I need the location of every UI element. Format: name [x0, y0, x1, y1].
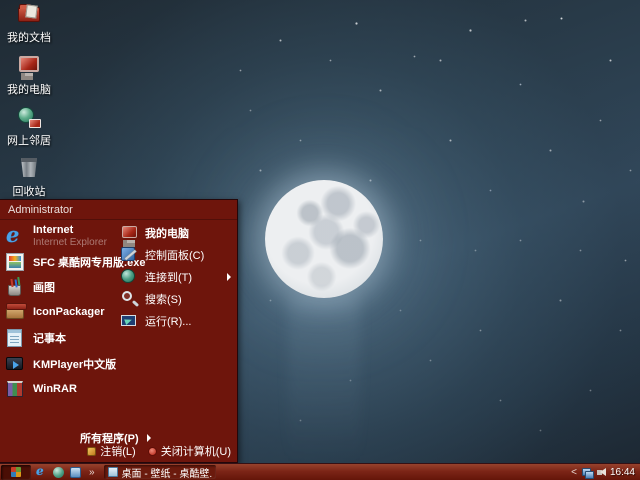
network-tray-icon[interactable] — [581, 467, 594, 479]
desktop-icon-network-places[interactable]: 网上邻居 — [0, 105, 58, 148]
desktop-icon-my-documents[interactable]: 我的文档 — [0, 2, 58, 45]
desktop-icon-label: 回收站 — [12, 186, 46, 198]
item-label: KMPlayer中文版 — [33, 359, 117, 371]
start-menu-item-control-panel[interactable]: 控制面板(C) — [120, 246, 204, 263]
start-button[interactable] — [1, 464, 31, 480]
start-menu: Administrator Internet Internet Explorer… — [0, 199, 238, 463]
control-panel-icon — [120, 246, 137, 263]
start-menu-item-my-computer[interactable]: 我的电脑 — [120, 224, 189, 243]
log-off-button[interactable]: 注销(L) — [87, 443, 136, 459]
quick-launch-app-icon[interactable] — [69, 466, 82, 479]
shut-down-icon — [147, 446, 157, 456]
iconpackager-icon — [5, 302, 27, 322]
kmplayer-icon — [5, 354, 25, 374]
quick-launch-overflow-chevron-icon[interactable]: » — [86, 467, 98, 478]
start-menu-item-internet[interactable]: Internet Internet Explorer — [5, 224, 107, 248]
desktop-icon-label: 我的电脑 — [7, 84, 51, 96]
windows-logo-icon — [11, 467, 21, 477]
volume-tray-icon[interactable] — [596, 467, 606, 477]
connect-to-icon — [120, 268, 137, 285]
taskbar: » 桌面 - 壁纸 - 桌酷壁... < 16:44 — [0, 463, 640, 480]
item-label: 画图 — [33, 282, 55, 294]
quick-launch-bar: » — [35, 466, 98, 479]
all-programs-arrow-icon — [146, 434, 151, 442]
start-menu-item-winrar[interactable]: WinRAR — [5, 379, 77, 399]
item-label: WinRAR — [33, 383, 77, 395]
quick-launch-ie-icon[interactable] — [35, 466, 48, 479]
item-label: 运行(R)... — [145, 315, 192, 328]
system-tray: < 16:44 — [570, 467, 640, 479]
quick-launch-globe-icon[interactable] — [52, 466, 65, 479]
start-menu-item-connect-to[interactable]: 连接到(T) — [120, 268, 231, 285]
taskbar-window-button[interactable]: 桌面 - 壁纸 - 桌酷壁... — [103, 465, 216, 480]
window-icon — [107, 467, 118, 477]
my-documents-icon — [17, 2, 41, 26]
moon-wallpaper — [265, 180, 383, 298]
item-label: Internet — [33, 224, 74, 236]
submenu-arrow-icon — [227, 272, 231, 281]
desktop-icon-label: 网上邻居 — [7, 135, 51, 147]
item-label: 搜索(S) — [145, 293, 182, 306]
item-label: 连接到(T) — [145, 271, 193, 284]
log-off-icon — [87, 446, 97, 456]
star-field — [0, 0, 1, 1]
my-computer-icon — [120, 224, 137, 243]
paint-icon — [5, 277, 25, 297]
desktop: 我的文档 我的电脑 网上邻居 回收站 Administrator Interne… — [0, 0, 640, 480]
desktop-icon-label: 我的文档 — [7, 32, 51, 44]
taskbar-clock[interactable]: 16:44 — [610, 467, 635, 478]
item-label: 记事本 — [33, 333, 66, 345]
start-menu-item-notepad[interactable]: 记事本 — [5, 328, 66, 348]
sfc-app-icon — [5, 252, 25, 272]
desktop-icon-recycle-bin[interactable]: 回收站 — [0, 156, 58, 199]
notepad-icon — [5, 328, 25, 348]
start-menu-footer: 注销(L) 关闭计算机(U) — [87, 443, 231, 459]
log-off-label: 注销(L) — [100, 446, 136, 458]
item-label: 我的电脑 — [145, 227, 189, 240]
internet-explorer-icon — [5, 226, 25, 246]
start-menu-item-paint[interactable]: 画图 — [5, 277, 55, 297]
tray-collapse-chevron-icon[interactable]: < — [570, 467, 578, 478]
run-icon — [120, 312, 137, 329]
moon-glow — [288, 295, 360, 463]
recycle-bin-icon — [17, 156, 41, 180]
start-menu-item-search[interactable]: 搜索(S) — [120, 290, 182, 307]
start-menu-item-kmplayer[interactable]: KMPlayer中文版 — [5, 354, 116, 374]
start-menu-item-iconpackager[interactable]: IconPackager — [5, 302, 105, 322]
item-label: IconPackager — [33, 306, 105, 318]
my-computer-icon — [17, 54, 41, 78]
item-sublabel: Internet Explorer — [33, 237, 107, 248]
network-places-icon — [17, 105, 41, 129]
taskbar-window-title: 桌面 - 壁纸 - 桌酷壁... — [121, 468, 212, 480]
shut-down-button[interactable]: 关闭计算机(U) — [147, 443, 231, 459]
start-menu-item-run[interactable]: 运行(R)... — [120, 312, 191, 329]
start-menu-user-name: Administrator — [0, 200, 237, 220]
item-label: 控制面板(C) — [145, 249, 205, 262]
shut-down-label: 关闭计算机(U) — [160, 446, 231, 458]
desktop-icon-my-computer[interactable]: 我的电脑 — [0, 54, 58, 97]
winrar-icon — [5, 379, 25, 399]
search-icon — [120, 290, 137, 307]
